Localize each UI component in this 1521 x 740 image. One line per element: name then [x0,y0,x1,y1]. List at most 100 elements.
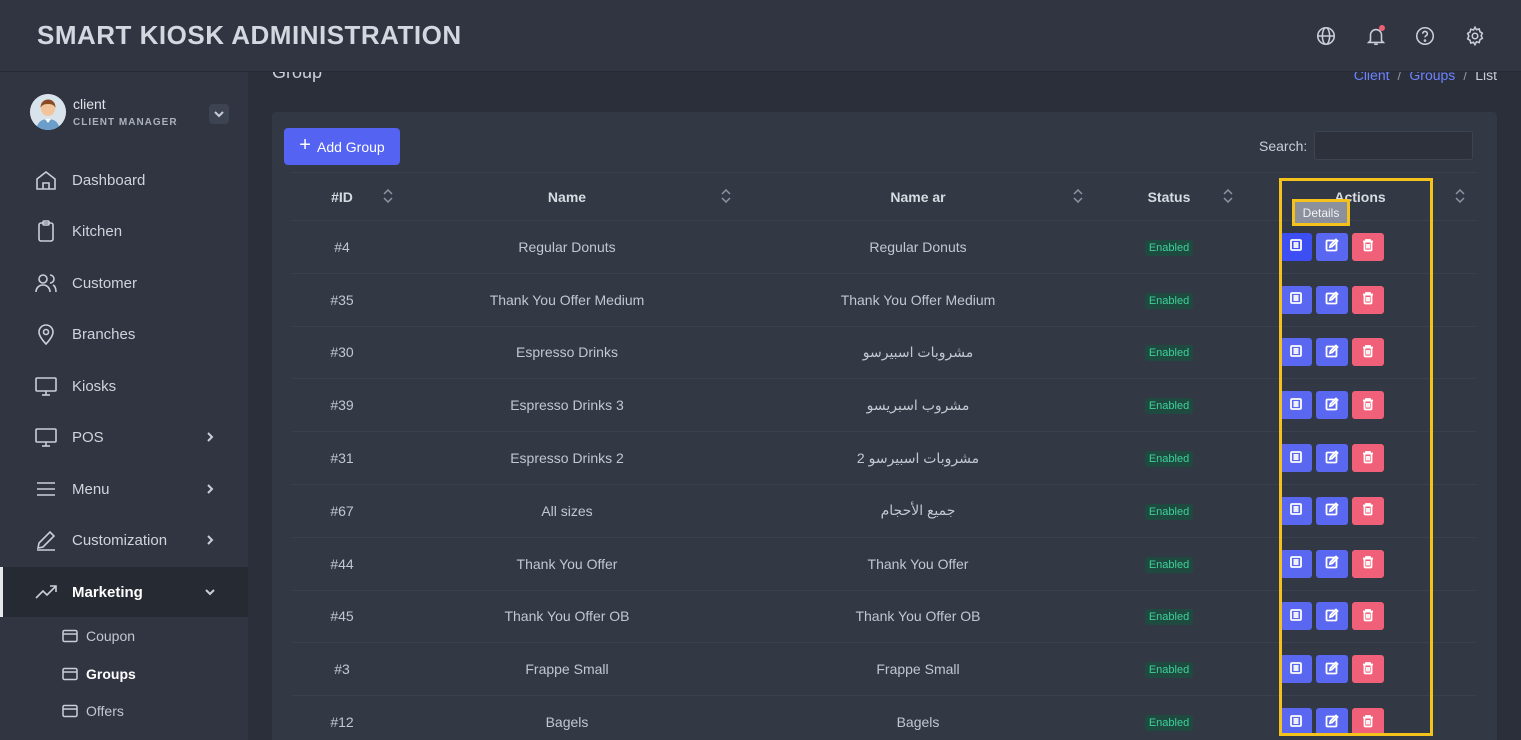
trash-icon [1361,555,1375,572]
sidebar-item-customization[interactable]: Customization [0,515,248,565]
details-button[interactable] [1280,708,1312,737]
edit-button[interactable] [1316,444,1348,473]
sidebar-item-customer[interactable]: Customer [0,258,248,308]
sidebar-item-kitchen[interactable]: Kitchen [0,206,248,256]
clipboard-icon [34,219,58,243]
column-header-actions[interactable]: Actions [1244,172,1476,221]
sidebar-item-label: Dashboard [72,171,146,189]
sidebar-item-pos[interactable]: POS [0,412,248,462]
delete-button[interactable] [1352,285,1384,314]
cell-id: #45 [292,590,392,644]
delete-button[interactable] [1352,496,1384,525]
table-row: #45 Thank You Offer OB Thank You Offer OB E… [292,590,1476,644]
monitor-icon [34,425,58,449]
edit-button[interactable] [1316,496,1348,525]
search-label: Search: [1259,138,1308,154]
details-button[interactable] [1280,391,1312,420]
sidebar-item-label: Marketing [72,583,143,601]
details-icon [1289,608,1303,625]
table-row: #30 Espresso Drinks مشروبات اسبيرسو Enabled [292,326,1476,380]
trash-icon [1361,661,1375,678]
cell-name-ar: Bagels [742,695,1094,740]
delete-button[interactable] [1352,602,1384,631]
edit-button[interactable] [1316,655,1348,684]
cell-name: All sizes [392,484,742,538]
bell-icon[interactable] [1364,24,1388,48]
details-button[interactable] [1280,549,1312,578]
details-button[interactable] [1280,285,1312,314]
column-header-label: Name [547,188,587,205]
cell-name: Frappe Small [392,642,742,697]
user-block: client CLIENT MANAGER [30,94,230,134]
user-role: CLIENT MANAGER [73,117,178,128]
details-button[interactable] [1280,655,1312,684]
sidebar-subitem-label: Coupon [86,628,136,644]
globe-icon[interactable] [1314,24,1338,48]
cell-name: Espresso Drinks [392,326,742,380]
cell-name-ar: Thank You Offer OB [742,590,1094,644]
sidebar-subitem-groups[interactable]: Groups [0,656,248,692]
sidebar-item-branches[interactable]: Branches [0,309,248,359]
edit-button[interactable] [1316,285,1348,314]
cell-name: Thank You Offer Medium [392,273,742,327]
cell-status: Enabled [1094,695,1244,740]
edit-button[interactable] [1316,708,1348,737]
sidebar-item-menu[interactable]: Menu [0,464,248,514]
sidebar-item-kiosks[interactable]: Kiosks [0,361,248,411]
details-icon [1289,661,1303,678]
sidebar: client CLIENT MANAGER Dashboard Kitchen … [0,72,248,740]
status-badge: Enabled [1144,451,1194,468]
delete-button[interactable] [1352,655,1384,684]
table-row: #67 All sizes جميع الأحجام Enabled [292,484,1476,538]
delete-button[interactable] [1352,391,1384,420]
cell-id: #44 [292,537,392,591]
cell-name-ar-text: Thank You Offer OB [855,608,981,625]
search-input[interactable] [1314,131,1473,160]
cell-status: Enabled [1094,484,1244,538]
details-button[interactable] [1280,338,1312,367]
cell-name-ar-text: Regular Donuts [869,238,967,255]
cell-status: Enabled [1094,642,1244,697]
column-header-status[interactable]: Status [1094,172,1244,221]
column-header-name-ar[interactable]: Name ar [742,172,1094,221]
details-button[interactable] [1280,602,1312,631]
edit-button[interactable] [1316,391,1348,420]
sidebar-subitem-offers[interactable]: Offers [0,693,248,729]
edit-button[interactable] [1316,338,1348,367]
cell-actions [1244,695,1476,740]
trash-icon [1361,714,1375,731]
cell-name-ar: مشروب اسبريسو [742,378,1094,433]
sidebar-subitem-label: Groups [86,666,136,682]
column-header-name[interactable]: Name [392,172,742,221]
table-row: #39 Espresso Drinks 3 مشروب اسبريسو Enabled [292,378,1476,433]
user-menu-toggle[interactable] [209,104,229,124]
details-button[interactable] [1280,444,1312,473]
edit-button[interactable] [1316,549,1348,578]
help-icon[interactable] [1413,24,1437,48]
add-group-button[interactable]: + Add Group [284,128,400,165]
edit-icon [1325,502,1339,519]
sidebar-subitem-coupon[interactable]: Coupon [0,618,248,654]
delete-button[interactable] [1352,708,1384,737]
cell-actions [1244,537,1476,591]
app-title: SMART KIOSK ADMINISTRATION [37,20,462,50]
delete-button[interactable] [1352,444,1384,473]
delete-button[interactable] [1352,338,1384,367]
sidebar-item-dashboard[interactable]: Dashboard [0,155,248,205]
status-badge: Enabled [1144,503,1194,520]
cell-status: Enabled [1094,273,1244,327]
card-icon [62,667,78,681]
details-button[interactable] [1280,232,1312,261]
edit-button[interactable] [1316,232,1348,261]
column-header-id[interactable]: #ID [292,172,393,221]
delete-button[interactable] [1352,232,1384,261]
sidebar-item-marketing[interactable]: Marketing [0,567,248,617]
edit-button[interactable] [1316,602,1348,631]
edit-icon [1325,449,1339,467]
table-row: #35 Thank You Offer Medium Thank You Offer… [292,273,1476,327]
delete-button[interactable] [1352,549,1384,578]
gear-icon[interactable] [1463,24,1487,48]
details-button[interactable] [1280,496,1312,525]
cell-name: Espresso Drinks 2 [392,431,742,485]
column-header-label: #ID [331,188,353,205]
